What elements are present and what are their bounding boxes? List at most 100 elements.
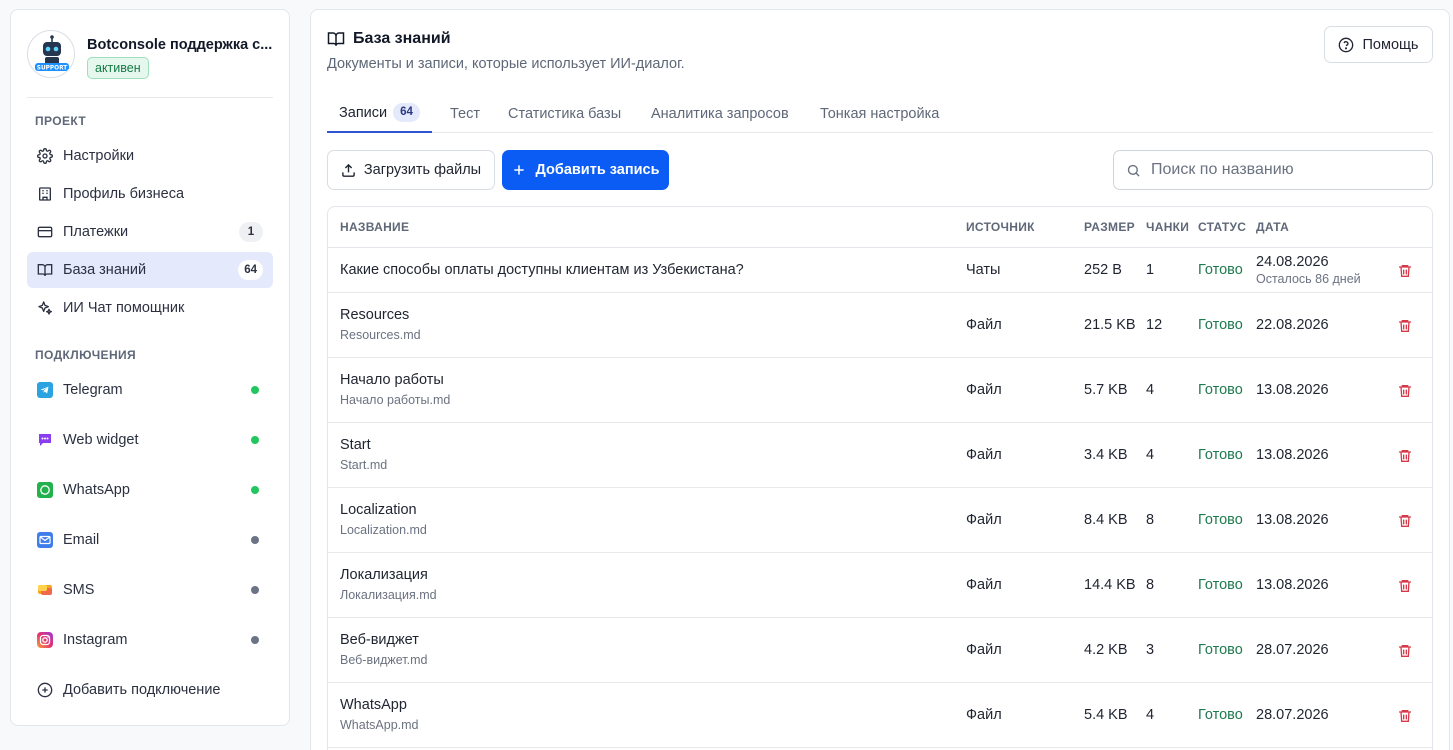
table-row[interactable]: Веб-виджет Веб-виджет.md Файл 4.2 KB 3 Г… (328, 618, 1432, 683)
gear-icon (37, 148, 53, 164)
record-size: 4.2 KB (1084, 642, 1128, 658)
record-title[interactable]: Веб-виджет (340, 632, 419, 648)
trash-icon[interactable] (1397, 263, 1413, 279)
upload-files-button[interactable]: Загрузить файлы (327, 150, 495, 190)
record-chunks: 12 (1146, 317, 1163, 333)
table-row[interactable]: Локализация Локализация.md Файл 14.4 KB … (328, 553, 1432, 618)
table-row[interactable]: Resources Resources.md Файл 21.5 KB 12 Г… (328, 293, 1432, 358)
sidebar-item-whatsapp[interactable]: WhatsApp (27, 472, 273, 508)
table-row[interactable]: Start Start.md Файл 3.4 KB 4 Готово 13.0… (328, 423, 1432, 488)
status-dot (251, 536, 259, 544)
record-chunks: 4 (1146, 707, 1155, 723)
sidebar-item-label: База знаний (63, 262, 147, 278)
record-source: Файл (966, 447, 1002, 463)
tab-query-analytics[interactable]: Аналитика запросов (651, 94, 789, 133)
trash-icon[interactable] (1397, 578, 1413, 594)
search-icon (1126, 163, 1141, 178)
trash-icon[interactable] (1397, 708, 1413, 724)
tab-label: Тест (450, 105, 480, 122)
sidebar-item-label: Telegram (63, 382, 123, 398)
building-icon (37, 186, 53, 202)
help-label: Помощь (1362, 36, 1419, 53)
add-connection-label: Добавить подключение (63, 682, 221, 698)
sidebar-item-label: WhatsApp (63, 482, 130, 498)
section-label-project: ПРОЕКТ (35, 114, 87, 128)
bot-avatar: SUPPORT (27, 30, 75, 78)
record-size: 3.4 KB (1084, 447, 1128, 463)
column-header-size[interactable]: РАЗМЕР (1084, 220, 1135, 234)
record-title[interactable]: Resources (340, 307, 409, 323)
table-row[interactable]: WhatsApp WhatsApp.md Файл 5.4 KB 4 Готов… (328, 683, 1432, 748)
tab-test[interactable]: Тест (450, 94, 480, 133)
sidebar-item-payments[interactable]: Платежки 1 (27, 214, 273, 250)
record-filename: Локализация.md (340, 588, 437, 602)
tab-fine-tuning[interactable]: Тонкая настройка (820, 94, 939, 133)
column-header-source[interactable]: ИСТОЧНИК (966, 220, 1035, 234)
sidebar-item-settings[interactable]: Настройки (27, 138, 273, 174)
sidebar-item-instagram[interactable]: Instagram (27, 622, 273, 658)
status-dot (251, 486, 259, 494)
table-row[interactable]: Какие способы оплаты доступны клиентам и… (328, 248, 1432, 293)
project-header[interactable]: SUPPORT Botconsole поддержка c... активе… (27, 28, 273, 98)
sparkles-icon (37, 300, 53, 316)
trash-icon[interactable] (1397, 448, 1413, 464)
record-size: 252 B (1084, 262, 1122, 278)
sidebar-item-telegram[interactable]: Telegram (27, 372, 273, 408)
sidebar-item-business-profile[interactable]: Профиль бизнеса (27, 176, 273, 212)
record-title[interactable]: Localization (340, 502, 417, 518)
record-chunks: 4 (1146, 447, 1155, 463)
sidebar-item-sms[interactable]: SMS (27, 572, 273, 608)
column-header-chunks[interactable]: ЧАНКИ (1146, 220, 1189, 234)
status-dot (251, 436, 259, 444)
project-name: Botconsole поддержка c... (87, 37, 273, 53)
help-circle-icon (1338, 37, 1354, 53)
tab-label: Статистика базы (508, 105, 622, 122)
sidebar-item-web-widget[interactable]: Web widget (27, 422, 273, 458)
column-header-name[interactable]: НАЗВАНИЕ (340, 220, 409, 234)
record-source: Чаты (966, 262, 1001, 278)
record-chunks: 3 (1146, 642, 1155, 658)
search-input[interactable] (1151, 161, 1420, 179)
record-source: Файл (966, 642, 1002, 658)
record-chunks: 1 (1146, 262, 1155, 278)
record-status: Готово (1198, 707, 1243, 723)
record-date: 13.08.2026 (1256, 447, 1329, 463)
record-source: Файл (966, 707, 1002, 723)
trash-icon[interactable] (1397, 513, 1413, 529)
tab-base-statistics[interactable]: Статистика базы (508, 94, 621, 133)
record-filename: Resources.md (340, 328, 421, 342)
record-source: Файл (966, 317, 1002, 333)
record-size: 5.4 KB (1084, 707, 1128, 723)
sidebar-item-email[interactable]: Email (27, 522, 273, 558)
credit-card-icon (37, 224, 53, 240)
column-header-date[interactable]: ДАТА (1256, 220, 1289, 234)
table-row[interactable]: Localization Localization.md Файл 8.4 KB… (328, 488, 1432, 553)
record-expiry-note: Осталось 86 дней (1256, 272, 1361, 286)
trash-icon[interactable] (1397, 318, 1413, 334)
record-title[interactable]: Начало работы (340, 372, 444, 388)
sidebar-item-knowledge-base[interactable]: База знаний 64 (27, 252, 273, 288)
record-filename: Веб-виджет.md (340, 653, 428, 667)
count-badge: 1 (239, 222, 263, 242)
tab-records[interactable]: Записи 64 (327, 94, 432, 133)
tab-label: Аналитика запросов (651, 105, 789, 122)
add-record-button[interactable]: Добавить запись (502, 150, 669, 190)
tab-label: Тонкая настройка (820, 105, 940, 122)
table-row[interactable]: Начало работы Начало работы.md Файл 5.7 … (328, 358, 1432, 423)
record-filename: Start.md (340, 458, 388, 472)
record-source: Файл (966, 512, 1002, 528)
record-title[interactable]: Локализация (340, 567, 428, 583)
record-title[interactable]: WhatsApp (340, 697, 407, 713)
record-title[interactable]: Start (340, 437, 371, 453)
add-connection-button[interactable]: Добавить подключение (27, 672, 273, 708)
record-status: Готово (1198, 577, 1243, 593)
status-dot (251, 386, 259, 394)
status-badge: активен (87, 57, 149, 79)
help-button[interactable]: Помощь (1324, 26, 1433, 63)
column-header-status[interactable]: СТАТУС (1198, 220, 1246, 234)
sidebar-item-ai-chat-assistant[interactable]: ИИ Чат помощник (27, 290, 273, 326)
trash-icon[interactable] (1397, 383, 1413, 399)
record-title[interactable]: Какие способы оплаты доступны клиентам и… (340, 262, 744, 278)
record-date: 22.08.2026 (1256, 317, 1329, 333)
trash-icon[interactable] (1397, 643, 1413, 659)
